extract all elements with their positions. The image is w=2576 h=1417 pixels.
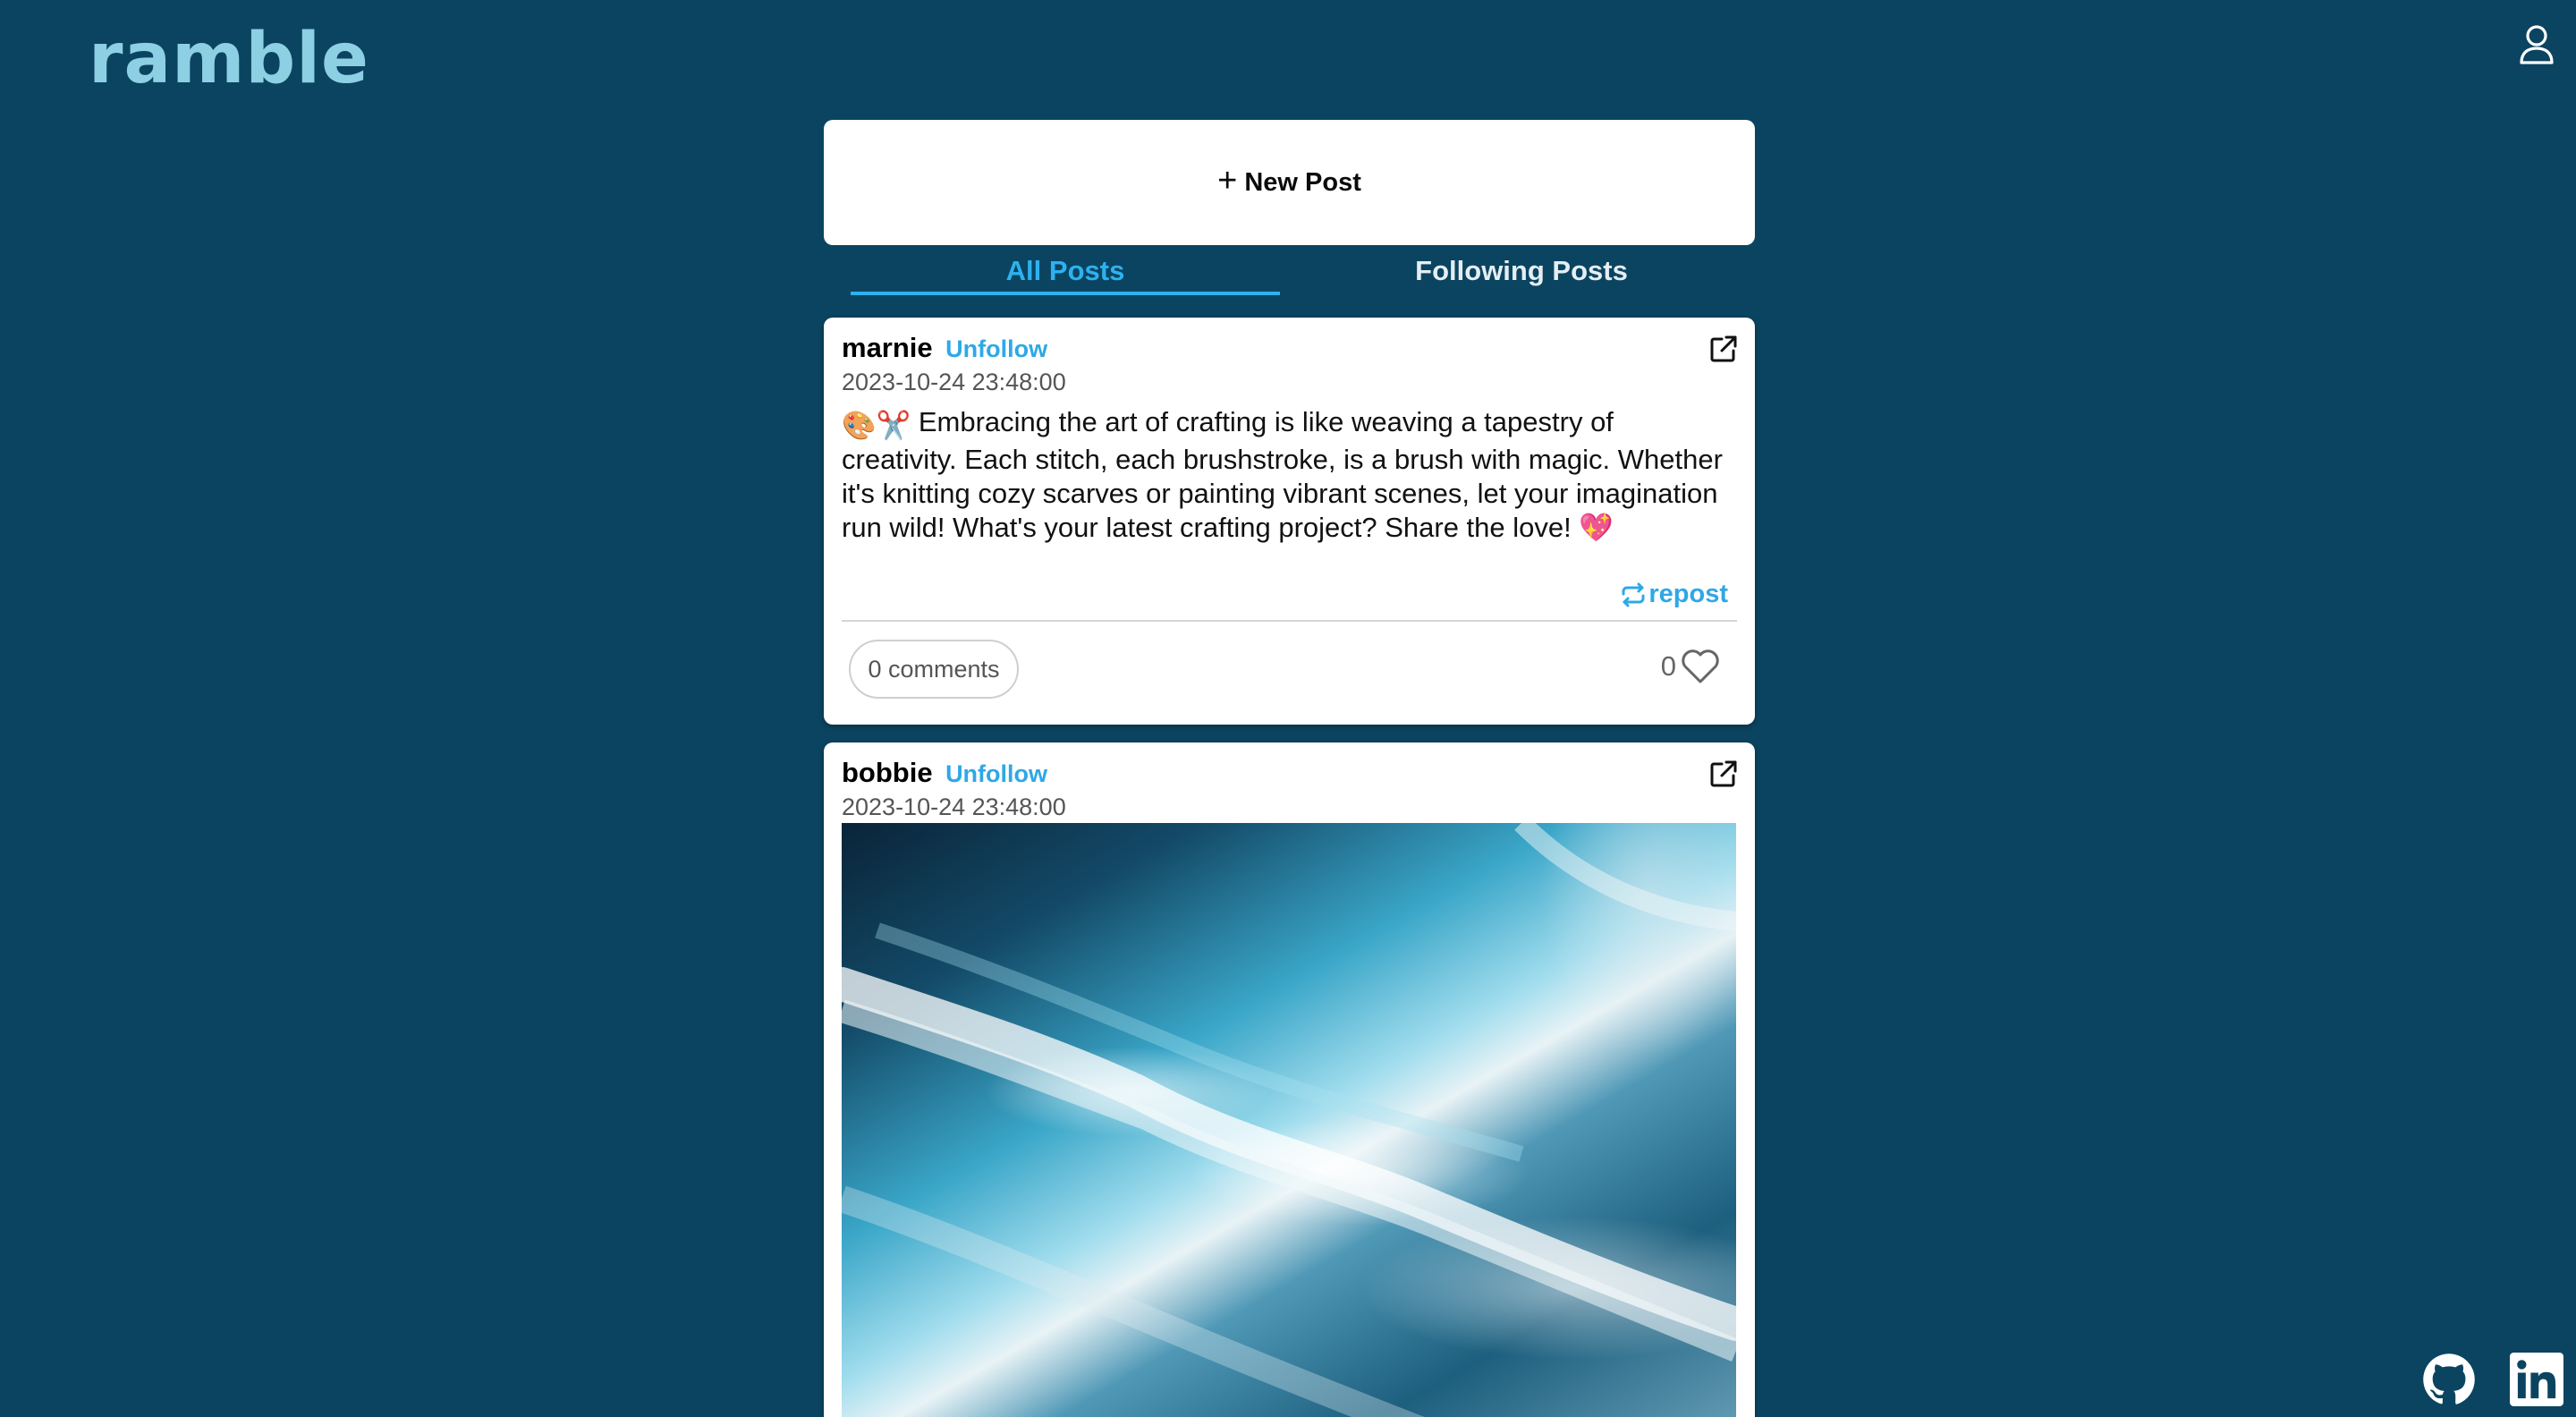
tab-all-posts[interactable]: All Posts bbox=[851, 252, 1280, 295]
repost-button[interactable]: repost bbox=[1620, 580, 1728, 609]
user-icon[interactable] bbox=[2519, 23, 2555, 66]
post-header: marnie Unfollow bbox=[842, 332, 1047, 364]
tab-following-posts[interactable]: Following Posts bbox=[1298, 252, 1745, 292]
post-card: marnie Unfollow 2023-10-24 23:48:00 🎨✂️ … bbox=[824, 318, 1755, 725]
new-post-button[interactable]: + New Post bbox=[824, 120, 1755, 245]
like-count: 0 bbox=[1660, 650, 1676, 682]
feed-tabs: All Posts Following Posts bbox=[851, 252, 1745, 295]
comments-button[interactable]: 0 comments bbox=[849, 640, 1019, 699]
page: ramble + New Post All Posts Following Po… bbox=[0, 0, 2576, 1417]
repost-icon bbox=[1622, 582, 1645, 607]
post-username[interactable]: bobbie bbox=[842, 757, 933, 788]
unfollow-button[interactable]: Unfollow bbox=[945, 335, 1047, 362]
post-text: 🎨✂️ Embracing the art of crafting is lik… bbox=[842, 405, 1736, 545]
github-icon[interactable] bbox=[2422, 1353, 2476, 1406]
new-post-label: New Post bbox=[1244, 167, 1361, 197]
plus-icon: + bbox=[1217, 162, 1238, 199]
post-divider bbox=[842, 620, 1737, 622]
external-link-icon[interactable] bbox=[1708, 334, 1739, 364]
post-username[interactable]: marnie bbox=[842, 332, 933, 363]
post-image[interactable] bbox=[842, 823, 1736, 1417]
repost-label: repost bbox=[1648, 580, 1728, 608]
heart-icon[interactable] bbox=[1680, 649, 1721, 684]
post-trailing-emoji: 💖 bbox=[1579, 512, 1614, 543]
post-header: bobbie Unfollow bbox=[842, 757, 1047, 789]
post-leading-emojis: 🎨✂️ bbox=[842, 410, 911, 441]
external-link-icon[interactable] bbox=[1708, 759, 1739, 789]
post-card: bobbie Unfollow 2023-10-24 23:48:00 bbox=[824, 742, 1755, 1417]
likes: 0 bbox=[1661, 649, 1721, 684]
app-logo[interactable]: ramble bbox=[89, 20, 369, 98]
post-timestamp: 2023-10-24 23:48:00 bbox=[842, 793, 1066, 820]
post-timestamp: 2023-10-24 23:48:00 bbox=[842, 369, 1066, 395]
linkedin-icon[interactable] bbox=[2510, 1353, 2563, 1406]
unfollow-button[interactable]: Unfollow bbox=[945, 760, 1047, 787]
